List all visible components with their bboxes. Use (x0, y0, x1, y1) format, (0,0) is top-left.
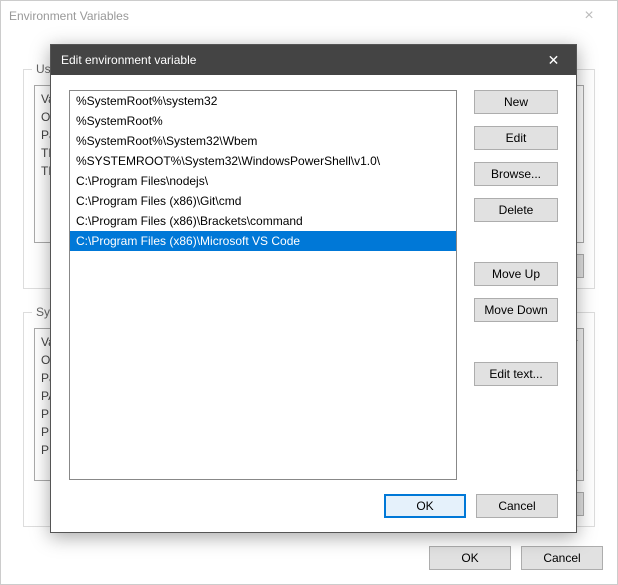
modal-body: %SystemRoot%\system32%SystemRoot%%System… (51, 75, 576, 532)
path-list-item[interactable]: %SystemRoot%\System32\Wbem (70, 131, 456, 151)
path-list-item[interactable]: C:\Program Files (x86)\Git\cmd (70, 191, 456, 211)
move-down-button[interactable]: Move Down (474, 298, 558, 322)
edit-text-button[interactable]: Edit text... (474, 362, 558, 386)
path-list-item[interactable]: C:\Program Files (x86)\Microsoft VS Code (70, 231, 456, 251)
path-list-item[interactable]: %SystemRoot% (70, 111, 456, 131)
modal-titlebar: Edit environment variable ✕ (51, 45, 576, 75)
move-up-button[interactable]: Move Up (474, 262, 558, 286)
edit-env-var-dialog: Edit environment variable ✕ %SystemRoot%… (50, 44, 577, 533)
path-list-item[interactable]: %SystemRoot%\system32 (70, 91, 456, 111)
parent-ok-button[interactable]: OK (429, 546, 511, 570)
new-button[interactable]: New (474, 90, 558, 114)
parent-cancel-button[interactable]: Cancel (521, 546, 603, 570)
delete-button[interactable]: Delete (474, 198, 558, 222)
modal-title: Edit environment variable (61, 53, 531, 67)
parent-title: Environment Variables (9, 9, 569, 23)
path-list-item[interactable]: C:\Program Files (x86)\Brackets\command (70, 211, 456, 231)
browse-button[interactable]: Browse... (474, 162, 558, 186)
edit-button[interactable]: Edit (474, 126, 558, 150)
side-buttons: New Edit Browse... Delete Move Up Move D… (474, 90, 558, 386)
close-icon[interactable]: × (569, 7, 609, 25)
path-list-item[interactable]: C:\Program Files\nodejs\ (70, 171, 456, 191)
parent-titlebar: Environment Variables × (1, 1, 617, 31)
path-list-item[interactable]: %SYSTEMROOT%\System32\WindowsPowerShell\… (70, 151, 456, 171)
ok-button[interactable]: OK (384, 494, 466, 518)
close-icon[interactable]: ✕ (531, 45, 576, 75)
modal-footer: OK Cancel (384, 494, 558, 518)
cancel-button[interactable]: Cancel (476, 494, 558, 518)
parent-footer: OK Cancel (429, 546, 603, 570)
path-list[interactable]: %SystemRoot%\system32%SystemRoot%%System… (69, 90, 457, 480)
